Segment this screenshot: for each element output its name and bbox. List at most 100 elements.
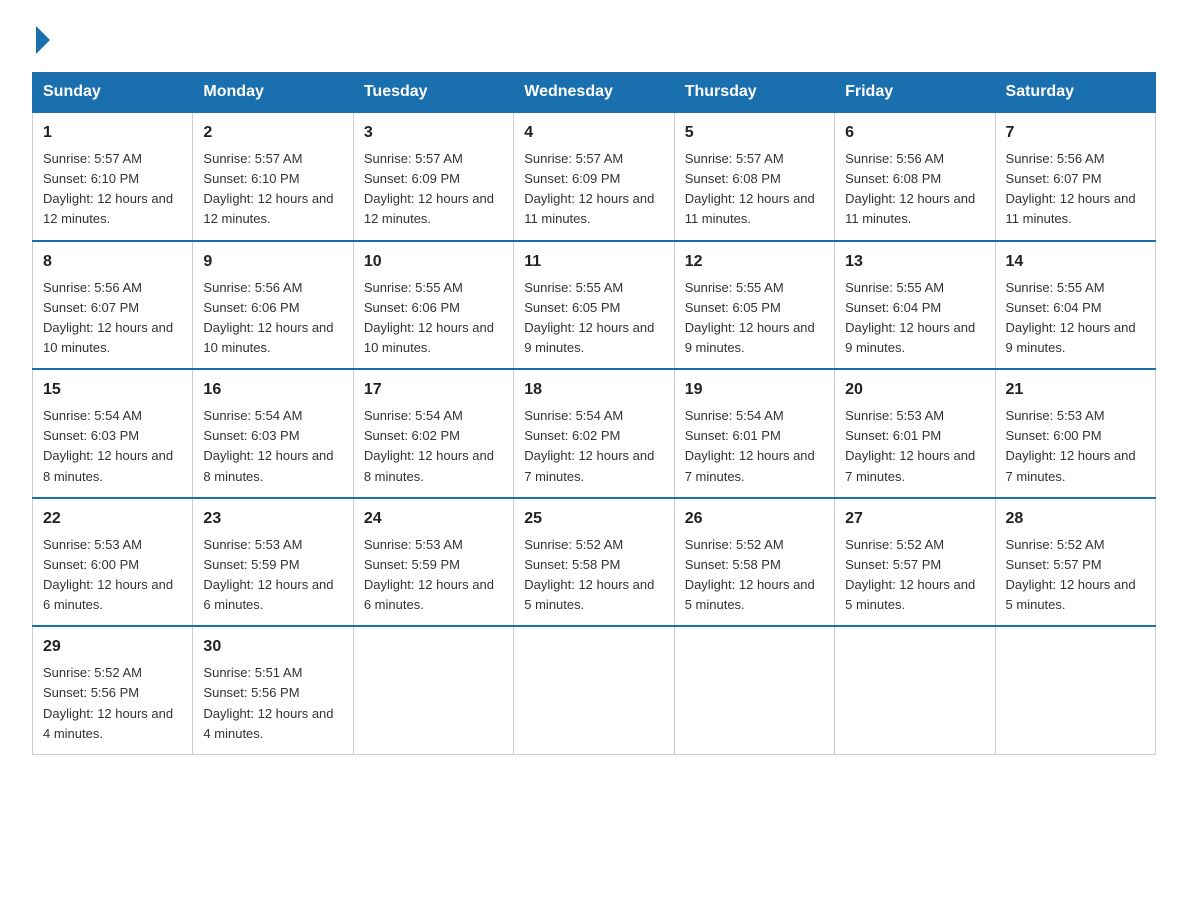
day-number: 25 — [524, 507, 663, 531]
day-number: 22 — [43, 507, 182, 531]
day-info: Sunrise: 5:57 AMSunset: 6:10 PMDaylight:… — [203, 151, 333, 226]
day-number: 11 — [524, 250, 663, 274]
calendar-day-cell: 1 Sunrise: 5:57 AMSunset: 6:10 PMDayligh… — [33, 112, 193, 241]
day-number: 7 — [1006, 121, 1145, 145]
day-number: 6 — [845, 121, 984, 145]
weekday-header-tuesday: Tuesday — [353, 73, 513, 113]
day-info: Sunrise: 5:53 AMSunset: 6:00 PMDaylight:… — [1006, 408, 1136, 483]
day-info: Sunrise: 5:53 AMSunset: 6:00 PMDaylight:… — [43, 537, 173, 612]
calendar-day-cell: 22 Sunrise: 5:53 AMSunset: 6:00 PMDaylig… — [33, 498, 193, 627]
calendar-week-row: 29 Sunrise: 5:52 AMSunset: 5:56 PMDaylig… — [33, 626, 1156, 754]
day-number: 13 — [845, 250, 984, 274]
day-info: Sunrise: 5:55 AMSunset: 6:04 PMDaylight:… — [1006, 280, 1136, 355]
day-number: 27 — [845, 507, 984, 531]
day-number: 1 — [43, 121, 182, 145]
calendar-day-cell: 26 Sunrise: 5:52 AMSunset: 5:58 PMDaylig… — [674, 498, 834, 627]
day-info: Sunrise: 5:56 AMSunset: 6:06 PMDaylight:… — [203, 280, 333, 355]
day-number: 2 — [203, 121, 342, 145]
calendar-day-cell: 2 Sunrise: 5:57 AMSunset: 6:10 PMDayligh… — [193, 112, 353, 241]
calendar-day-cell: 24 Sunrise: 5:53 AMSunset: 5:59 PMDaylig… — [353, 498, 513, 627]
calendar-day-cell: 19 Sunrise: 5:54 AMSunset: 6:01 PMDaylig… — [674, 369, 834, 498]
day-number: 17 — [364, 378, 503, 402]
day-info: Sunrise: 5:55 AMSunset: 6:04 PMDaylight:… — [845, 280, 975, 355]
day-number: 18 — [524, 378, 663, 402]
day-info: Sunrise: 5:54 AMSunset: 6:03 PMDaylight:… — [43, 408, 173, 483]
weekday-header-row: SundayMondayTuesdayWednesdayThursdayFrid… — [33, 73, 1156, 113]
calendar-week-row: 8 Sunrise: 5:56 AMSunset: 6:07 PMDayligh… — [33, 241, 1156, 370]
weekday-header-monday: Monday — [193, 73, 353, 113]
day-info: Sunrise: 5:52 AMSunset: 5:56 PMDaylight:… — [43, 665, 173, 740]
calendar-day-cell: 15 Sunrise: 5:54 AMSunset: 6:03 PMDaylig… — [33, 369, 193, 498]
day-number: 9 — [203, 250, 342, 274]
calendar-day-cell — [995, 626, 1155, 754]
day-number: 28 — [1006, 507, 1145, 531]
day-info: Sunrise: 5:54 AMSunset: 6:01 PMDaylight:… — [685, 408, 815, 483]
calendar-day-cell — [835, 626, 995, 754]
day-number: 15 — [43, 378, 182, 402]
day-info: Sunrise: 5:54 AMSunset: 6:02 PMDaylight:… — [524, 408, 654, 483]
weekday-header-sunday: Sunday — [33, 73, 193, 113]
calendar-day-cell: 10 Sunrise: 5:55 AMSunset: 6:06 PMDaylig… — [353, 241, 513, 370]
weekday-header-thursday: Thursday — [674, 73, 834, 113]
calendar-week-row: 1 Sunrise: 5:57 AMSunset: 6:10 PMDayligh… — [33, 112, 1156, 241]
day-number: 19 — [685, 378, 824, 402]
calendar-day-cell: 7 Sunrise: 5:56 AMSunset: 6:07 PMDayligh… — [995, 112, 1155, 241]
calendar-week-row: 22 Sunrise: 5:53 AMSunset: 6:00 PMDaylig… — [33, 498, 1156, 627]
calendar-day-cell — [353, 626, 513, 754]
day-info: Sunrise: 5:56 AMSunset: 6:07 PMDaylight:… — [1006, 151, 1136, 226]
day-info: Sunrise: 5:52 AMSunset: 5:57 PMDaylight:… — [845, 537, 975, 612]
weekday-header-saturday: Saturday — [995, 73, 1155, 113]
day-number: 3 — [364, 121, 503, 145]
weekday-header-friday: Friday — [835, 73, 995, 113]
day-number: 16 — [203, 378, 342, 402]
day-number: 5 — [685, 121, 824, 145]
day-info: Sunrise: 5:52 AMSunset: 5:58 PMDaylight:… — [524, 537, 654, 612]
calendar-day-cell: 30 Sunrise: 5:51 AMSunset: 5:56 PMDaylig… — [193, 626, 353, 754]
calendar-day-cell: 20 Sunrise: 5:53 AMSunset: 6:01 PMDaylig… — [835, 369, 995, 498]
calendar-day-cell: 25 Sunrise: 5:52 AMSunset: 5:58 PMDaylig… — [514, 498, 674, 627]
calendar-day-cell: 28 Sunrise: 5:52 AMSunset: 5:57 PMDaylig… — [995, 498, 1155, 627]
logo — [32, 24, 50, 54]
calendar-day-cell: 16 Sunrise: 5:54 AMSunset: 6:03 PMDaylig… — [193, 369, 353, 498]
calendar-day-cell: 14 Sunrise: 5:55 AMSunset: 6:04 PMDaylig… — [995, 241, 1155, 370]
day-number: 8 — [43, 250, 182, 274]
day-number: 20 — [845, 378, 984, 402]
calendar-day-cell: 9 Sunrise: 5:56 AMSunset: 6:06 PMDayligh… — [193, 241, 353, 370]
weekday-header-wednesday: Wednesday — [514, 73, 674, 113]
calendar-day-cell: 6 Sunrise: 5:56 AMSunset: 6:08 PMDayligh… — [835, 112, 995, 241]
day-info: Sunrise: 5:57 AMSunset: 6:09 PMDaylight:… — [524, 151, 654, 226]
page-header — [32, 24, 1156, 54]
day-info: Sunrise: 5:53 AMSunset: 6:01 PMDaylight:… — [845, 408, 975, 483]
calendar-day-cell — [674, 626, 834, 754]
calendar-week-row: 15 Sunrise: 5:54 AMSunset: 6:03 PMDaylig… — [33, 369, 1156, 498]
day-number: 12 — [685, 250, 824, 274]
calendar-day-cell: 8 Sunrise: 5:56 AMSunset: 6:07 PMDayligh… — [33, 241, 193, 370]
calendar-day-cell: 21 Sunrise: 5:53 AMSunset: 6:00 PMDaylig… — [995, 369, 1155, 498]
day-info: Sunrise: 5:53 AMSunset: 5:59 PMDaylight:… — [203, 537, 333, 612]
calendar-day-cell: 5 Sunrise: 5:57 AMSunset: 6:08 PMDayligh… — [674, 112, 834, 241]
day-number: 30 — [203, 635, 342, 659]
day-number: 4 — [524, 121, 663, 145]
calendar-day-cell: 18 Sunrise: 5:54 AMSunset: 6:02 PMDaylig… — [514, 369, 674, 498]
day-info: Sunrise: 5:54 AMSunset: 6:03 PMDaylight:… — [203, 408, 333, 483]
day-info: Sunrise: 5:52 AMSunset: 5:58 PMDaylight:… — [685, 537, 815, 612]
calendar-day-cell: 11 Sunrise: 5:55 AMSunset: 6:05 PMDaylig… — [514, 241, 674, 370]
day-info: Sunrise: 5:54 AMSunset: 6:02 PMDaylight:… — [364, 408, 494, 483]
calendar-day-cell: 23 Sunrise: 5:53 AMSunset: 5:59 PMDaylig… — [193, 498, 353, 627]
day-number: 10 — [364, 250, 503, 274]
day-number: 21 — [1006, 378, 1145, 402]
logo-arrow-icon — [36, 26, 50, 54]
day-number: 26 — [685, 507, 824, 531]
calendar-day-cell: 12 Sunrise: 5:55 AMSunset: 6:05 PMDaylig… — [674, 241, 834, 370]
day-info: Sunrise: 5:57 AMSunset: 6:09 PMDaylight:… — [364, 151, 494, 226]
day-info: Sunrise: 5:51 AMSunset: 5:56 PMDaylight:… — [203, 665, 333, 740]
day-info: Sunrise: 5:53 AMSunset: 5:59 PMDaylight:… — [364, 537, 494, 612]
day-number: 23 — [203, 507, 342, 531]
day-number: 14 — [1006, 250, 1145, 274]
day-info: Sunrise: 5:57 AMSunset: 6:08 PMDaylight:… — [685, 151, 815, 226]
day-info: Sunrise: 5:55 AMSunset: 6:06 PMDaylight:… — [364, 280, 494, 355]
day-number: 24 — [364, 507, 503, 531]
calendar-day-cell — [514, 626, 674, 754]
calendar-day-cell: 4 Sunrise: 5:57 AMSunset: 6:09 PMDayligh… — [514, 112, 674, 241]
calendar-day-cell: 27 Sunrise: 5:52 AMSunset: 5:57 PMDaylig… — [835, 498, 995, 627]
